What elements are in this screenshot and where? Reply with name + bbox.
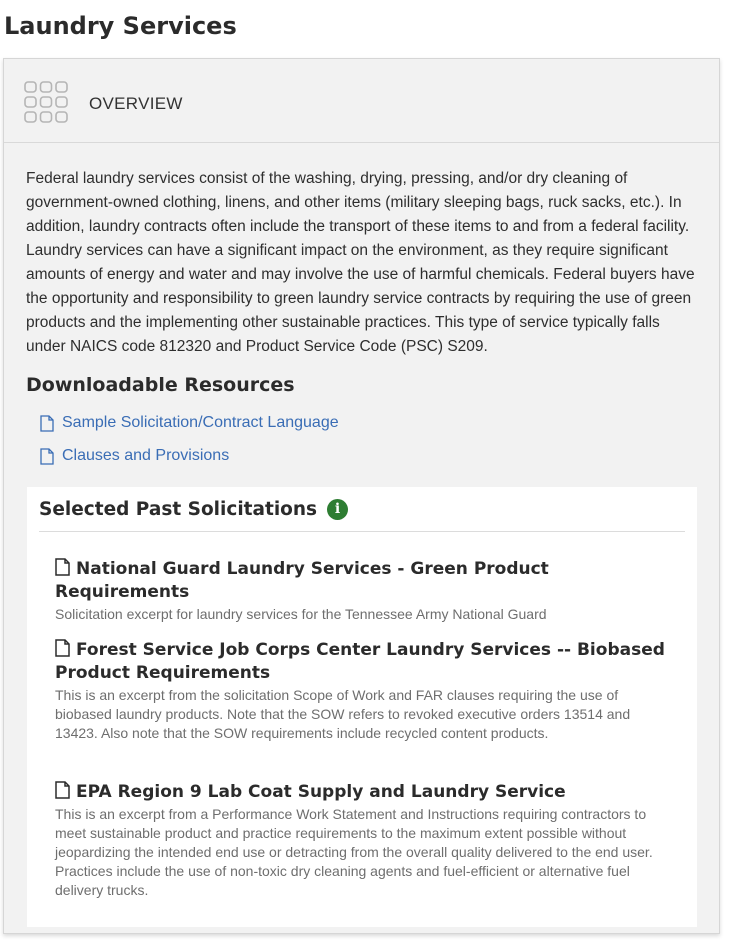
past-solicitations-panel: Selected Past Solicitations i National G… xyxy=(27,487,697,927)
info-icon[interactable]: i xyxy=(327,498,349,520)
solicitation-description: This is an excerpt from the solicitation… xyxy=(55,687,631,741)
past-solicitations-header: Selected Past Solicitations i xyxy=(39,487,685,532)
document-icon xyxy=(55,558,70,576)
solicitation-title-link[interactable]: Forest Service Job Corps Center Laundry … xyxy=(55,639,669,685)
document-icon xyxy=(40,414,54,432)
resource-link-sample-solicitation[interactable]: Sample Solicitation/Contract Language xyxy=(40,414,339,432)
past-solicitations-heading: Selected Past Solicitations xyxy=(39,498,318,520)
solicitation-item: EPA Region 9 Lab Coat Supply and Laundry… xyxy=(55,781,669,900)
card-header: OVERVIEW xyxy=(4,59,719,143)
overview-card: OVERVIEW Federal laundry services consis… xyxy=(3,58,720,934)
solicitation-title-link[interactable]: EPA Region 9 Lab Coat Supply and Laundry… xyxy=(55,781,669,804)
solicitation-description: This is an excerpt from a Performance Wo… xyxy=(55,806,653,898)
solicitation-description: Solicitation excerpt for laundry service… xyxy=(55,606,547,622)
solicitation-title-link[interactable]: National Guard Laundry Services - Green … xyxy=(55,558,669,604)
overview-label: OVERVIEW xyxy=(89,94,183,113)
overview-text: Federal laundry services consist of the … xyxy=(26,170,695,355)
resources-heading: Downloadable Resources xyxy=(26,374,295,396)
solicitation-item: National Guard Laundry Services - Green … xyxy=(55,558,669,624)
solicitation-title[interactable]: Forest Service Job Corps Center Laundry … xyxy=(55,640,665,683)
solicitation-title[interactable]: EPA Region 9 Lab Coat Supply and Laundry… xyxy=(76,782,566,802)
resource-link-label[interactable]: Sample Solicitation/Contract Language xyxy=(62,414,339,432)
grid-icon xyxy=(24,81,68,123)
resource-link-clauses[interactable]: Clauses and Provisions xyxy=(40,447,229,465)
resource-link-label[interactable]: Clauses and Provisions xyxy=(62,447,229,465)
solicitation-item: Forest Service Job Corps Center Laundry … xyxy=(55,639,669,743)
document-icon xyxy=(55,781,70,799)
solicitation-title[interactable]: National Guard Laundry Services - Green … xyxy=(55,559,549,602)
document-icon xyxy=(55,639,70,657)
page-title: Laundry Services xyxy=(4,12,237,40)
document-icon xyxy=(40,447,54,465)
